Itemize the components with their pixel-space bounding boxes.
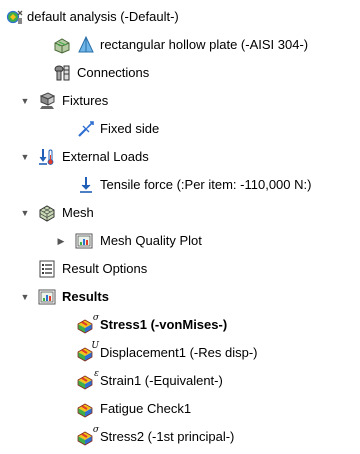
collapse-arrow-icon[interactable]: ▼ xyxy=(19,146,31,168)
collapse-arrow-icon[interactable]: ▼ xyxy=(19,202,31,224)
tree-item-mesh-quality-plot[interactable]: ▶ Mesh Quality Plot xyxy=(0,230,340,252)
force-arrow-icon xyxy=(77,176,95,194)
results-folder-icon xyxy=(38,288,56,306)
result-options-icon xyxy=(38,260,56,278)
fixed-geometry-icon xyxy=(77,120,95,138)
tree-item-label: Mesh xyxy=(62,205,94,220)
study-icon xyxy=(6,8,24,26)
stress-plot-icon: σ xyxy=(77,313,99,334)
material-icon xyxy=(53,36,71,54)
result-type-symbol: σ xyxy=(92,425,99,435)
connections-icon xyxy=(53,64,71,82)
tree-item-label: Displacement1 (-Res disp-) xyxy=(100,345,258,360)
tree-item-study[interactable]: default analysis (-Default-) xyxy=(0,6,340,28)
tree-item-fatigue-check1[interactable]: Fatigue Check1 xyxy=(0,398,340,420)
tree-item-result-options[interactable]: Result Options xyxy=(0,258,340,280)
result-type-symbol: U xyxy=(91,341,99,351)
mesh-icon xyxy=(38,204,56,222)
tree-item-fixed-side[interactable]: Fixed side xyxy=(0,118,340,140)
tree-item-fixtures[interactable]: ▼ Fixtures xyxy=(0,90,340,112)
tree-item-label: Connections xyxy=(77,65,150,80)
strain-plot-icon: ε xyxy=(77,369,99,390)
tree-item-strain1[interactable]: ε Strain1 (-Equivalent-) xyxy=(0,369,340,392)
tree-item-label: default analysis (-Default-) xyxy=(27,9,179,24)
fatigue-plot-icon xyxy=(77,400,95,418)
tree-item-results[interactable]: ▼ Results xyxy=(0,286,340,308)
expand-arrow-icon[interactable]: ▶ xyxy=(55,230,67,252)
tree-item-stress2[interactable]: σ Stress2 (-1st principal-) xyxy=(0,425,340,448)
tree-item-label: Stress1 (-vonMises-) xyxy=(100,317,228,332)
tree-item-label: External Loads xyxy=(62,149,149,164)
tree-item-connections[interactable]: Connections xyxy=(0,62,340,84)
tree-item-tensile-force[interactable]: Tensile force (:Per item: -110,000 N:) xyxy=(0,174,340,196)
tree-item-label: Fatigue Check1 xyxy=(100,401,192,416)
tree-item-label: Stress2 (-1st principal-) xyxy=(100,429,235,444)
tree-item-label: Fixtures xyxy=(62,93,109,108)
tree-item-label: Fixed side xyxy=(100,121,160,136)
tree-item-label: rectangular hollow plate (-AISI 304-) xyxy=(100,37,309,52)
fixtures-icon xyxy=(38,92,56,110)
displacement-plot-icon: U xyxy=(77,341,99,362)
tree-item-label: Mesh Quality Plot xyxy=(100,233,202,248)
collapse-arrow-icon[interactable]: ▼ xyxy=(19,90,31,112)
plot-folder-icon xyxy=(75,232,93,250)
result-type-symbol: σ xyxy=(92,313,99,323)
collapse-arrow-icon[interactable]: ▼ xyxy=(19,286,31,308)
result-type-symbol: ε xyxy=(94,369,99,379)
simulation-tree: default analysis (-Default-) rectangular… xyxy=(0,0,360,454)
tree-item-label: Strain1 (-Equivalent-) xyxy=(100,373,223,388)
tree-item-displacement1[interactable]: U Displacement1 (-Res disp-) xyxy=(0,341,340,364)
stress-plot-icon: σ xyxy=(77,425,99,446)
tree-item-stress1[interactable]: σ Stress1 (-vonMises-) xyxy=(0,313,340,336)
tree-item-label: Tensile force (:Per item: -110,000 N:) xyxy=(100,177,312,192)
part-icon xyxy=(77,36,95,54)
tree-item-mesh[interactable]: ▼ Mesh xyxy=(0,202,340,224)
tree-item-label: Results xyxy=(62,289,109,304)
external-loads-icon xyxy=(38,148,56,166)
tree-item-external-loads[interactable]: ▼ External Loads xyxy=(0,146,340,168)
tree-item-label: Result Options xyxy=(62,261,148,276)
tree-item-part[interactable]: rectangular hollow plate (-AISI 304-) xyxy=(0,34,340,56)
